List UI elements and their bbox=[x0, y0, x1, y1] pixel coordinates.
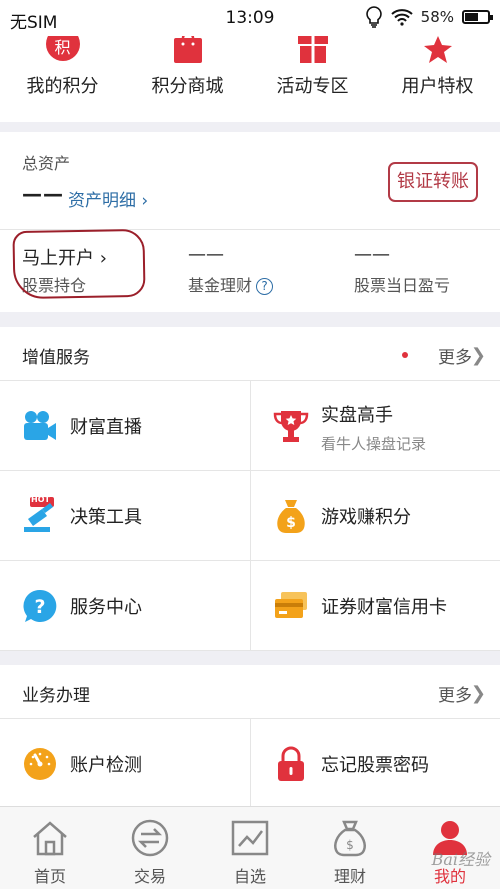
status-bar: 无SIM 13:09 58% bbox=[0, 0, 500, 36]
notification-dot bbox=[402, 352, 408, 358]
service-account-check[interactable]: 账户检测 bbox=[0, 719, 250, 809]
quick-entry-label: 积分商城 bbox=[151, 76, 224, 97]
nav-label: 交易 bbox=[133, 867, 166, 886]
gauge-icon bbox=[24, 748, 56, 780]
daily-pnl-cell[interactable]: —— 股票当日盈亏 bbox=[354, 244, 450, 296]
total-assets-value: —— bbox=[22, 182, 64, 206]
help-icon[interactable]: ? bbox=[256, 278, 274, 295]
svg-text:$: $ bbox=[286, 515, 296, 531]
trophy-icon bbox=[273, 411, 309, 442]
gift-icon bbox=[296, 36, 330, 64]
section-title: 增值服务 bbox=[22, 348, 90, 368]
battery-fill bbox=[465, 13, 478, 21]
section-title: 业务办理 bbox=[22, 686, 90, 706]
quick-entry-mall[interactable]: 积分商城 bbox=[125, 31, 250, 98]
service-label: 实盘高手 bbox=[321, 405, 393, 426]
status-icons: 58% bbox=[365, 6, 493, 28]
crown-icon bbox=[421, 36, 455, 64]
nav-label: 自选 bbox=[233, 867, 266, 886]
nav-trade[interactable]: 交易 bbox=[100, 807, 200, 889]
quick-entry-activity[interactable]: 活动专区 bbox=[250, 36, 375, 98]
service-label: 游戏赚积分 bbox=[321, 507, 411, 528]
service-row: ? 服务中心 证券财富信用卡 bbox=[0, 561, 500, 651]
service-game-points[interactable]: $ 游戏赚积分 bbox=[250, 471, 500, 561]
points-icon-glyph: 积 bbox=[54, 38, 71, 57]
fund-value: —— bbox=[188, 244, 224, 265]
service-row: HOT 决策工具 $ 游戏赚积分 bbox=[0, 471, 500, 561]
daily-pnl-label: 股票当日盈亏 bbox=[354, 276, 451, 295]
nav-finance[interactable]: $ 理财 bbox=[300, 807, 400, 889]
nav-watchlist[interactable]: 自选 bbox=[200, 807, 300, 889]
hand-drawn-annotation bbox=[12, 228, 146, 300]
svg-text:?: ? bbox=[34, 596, 45, 618]
home-icon bbox=[33, 821, 67, 856]
quick-entry-privilege[interactable]: 用户特权 bbox=[375, 36, 500, 98]
quick-entry-label: 活动专区 bbox=[276, 76, 349, 97]
credit-card-icon bbox=[275, 592, 307, 618]
battery-percent: 58% bbox=[420, 8, 454, 26]
chevron-right-icon[interactable]: ❯ bbox=[471, 345, 486, 366]
more-link[interactable]: 更多 bbox=[438, 681, 472, 706]
chart-icon bbox=[231, 820, 269, 856]
service-label: 账户检测 bbox=[70, 755, 142, 776]
business-handling-section: 业务办理 更多 ❯ 账户检测 忘记股票密码 bbox=[0, 665, 500, 809]
points-icon: 积 bbox=[45, 27, 80, 64]
daily-pnl-value: —— bbox=[354, 244, 390, 265]
quick-entry-points[interactable]: 积 我的积分 bbox=[0, 27, 125, 98]
fund-cell[interactable]: —— 基金理财? bbox=[188, 244, 274, 296]
nav-label: 首页 bbox=[33, 867, 66, 886]
fund-label-row: 基金理财? bbox=[188, 272, 274, 296]
section-header: 增值服务 更多 ❯ bbox=[0, 327, 500, 381]
section-header: 业务办理 更多 ❯ bbox=[0, 665, 500, 719]
trade-icon bbox=[131, 819, 169, 857]
service-real-trading-master[interactable]: 实盘高手 看牛人操盘记录 bbox=[250, 381, 500, 471]
service-sublabel: 看牛人操盘记录 bbox=[321, 435, 427, 453]
service-label: 证券财富信用卡 bbox=[321, 597, 447, 618]
service-forgot-password[interactable]: 忘记股票密码 bbox=[250, 719, 500, 809]
service-center[interactable]: ? 服务中心 bbox=[0, 561, 250, 651]
quick-entry-label: 用户特权 bbox=[401, 76, 474, 97]
nav-label: 理财 bbox=[333, 867, 366, 886]
service-credit-card[interactable]: 证券财富信用卡 bbox=[250, 561, 500, 651]
total-assets-title: 总资产 bbox=[22, 154, 71, 173]
fund-label: 基金理财 bbox=[188, 276, 253, 295]
hot-badge: HOT bbox=[31, 495, 50, 504]
more-link[interactable]: 更多 bbox=[438, 343, 472, 368]
assets-card: 总资产 —— 资产明细 › 银证转账 马上开户 › 股票持仓 —— 基金理财? … bbox=[0, 132, 500, 312]
bank-securities-transfer-button[interactable]: 银证转账 bbox=[388, 162, 478, 202]
service-label: 忘记股票密码 bbox=[321, 755, 429, 776]
bottom-navigation: 首页 交易 自选 $ 理财 我的 bbox=[0, 806, 500, 889]
quick-entry-row: 积 我的积分 积分商城 活动专区 用户特权 bbox=[0, 27, 500, 146]
money-bag-icon: $ bbox=[277, 500, 305, 533]
svg-text:$: $ bbox=[346, 838, 354, 852]
watermark: Bai经验 bbox=[431, 850, 490, 869]
video-camera-icon bbox=[24, 411, 56, 440]
service-row: 账户检测 忘记股票密码 bbox=[0, 719, 500, 809]
service-label: 决策工具 bbox=[70, 507, 142, 528]
help-circle-icon: ? bbox=[23, 589, 57, 622]
service-decision-tools[interactable]: HOT 决策工具 bbox=[0, 471, 250, 561]
service-wealth-live[interactable]: 财富直播 bbox=[0, 381, 250, 471]
wifi-icon bbox=[390, 9, 413, 26]
finance-bag-icon: $ bbox=[334, 820, 366, 857]
chevron-right-icon[interactable]: ❯ bbox=[471, 683, 486, 704]
lock-icon bbox=[278, 746, 304, 781]
shopping-bag-icon bbox=[171, 31, 205, 64]
asset-detail-link[interactable]: 资产明细 › bbox=[68, 186, 148, 211]
service-row: 财富直播 实盘高手 看牛人操盘记录 bbox=[0, 381, 500, 471]
value-added-services-section: 增值服务 更多 ❯ 财富直播 实盘高手 看牛人操盘记录 HOT 决策工具 $ 游… bbox=[0, 327, 500, 651]
quick-entry-label: 我的积分 bbox=[26, 76, 99, 97]
nav-home[interactable]: 首页 bbox=[0, 807, 100, 889]
service-label: 财富直播 bbox=[70, 417, 142, 438]
service-label: 服务中心 bbox=[70, 597, 142, 618]
bulb-icon bbox=[365, 6, 382, 28]
battery-icon bbox=[462, 10, 493, 24]
